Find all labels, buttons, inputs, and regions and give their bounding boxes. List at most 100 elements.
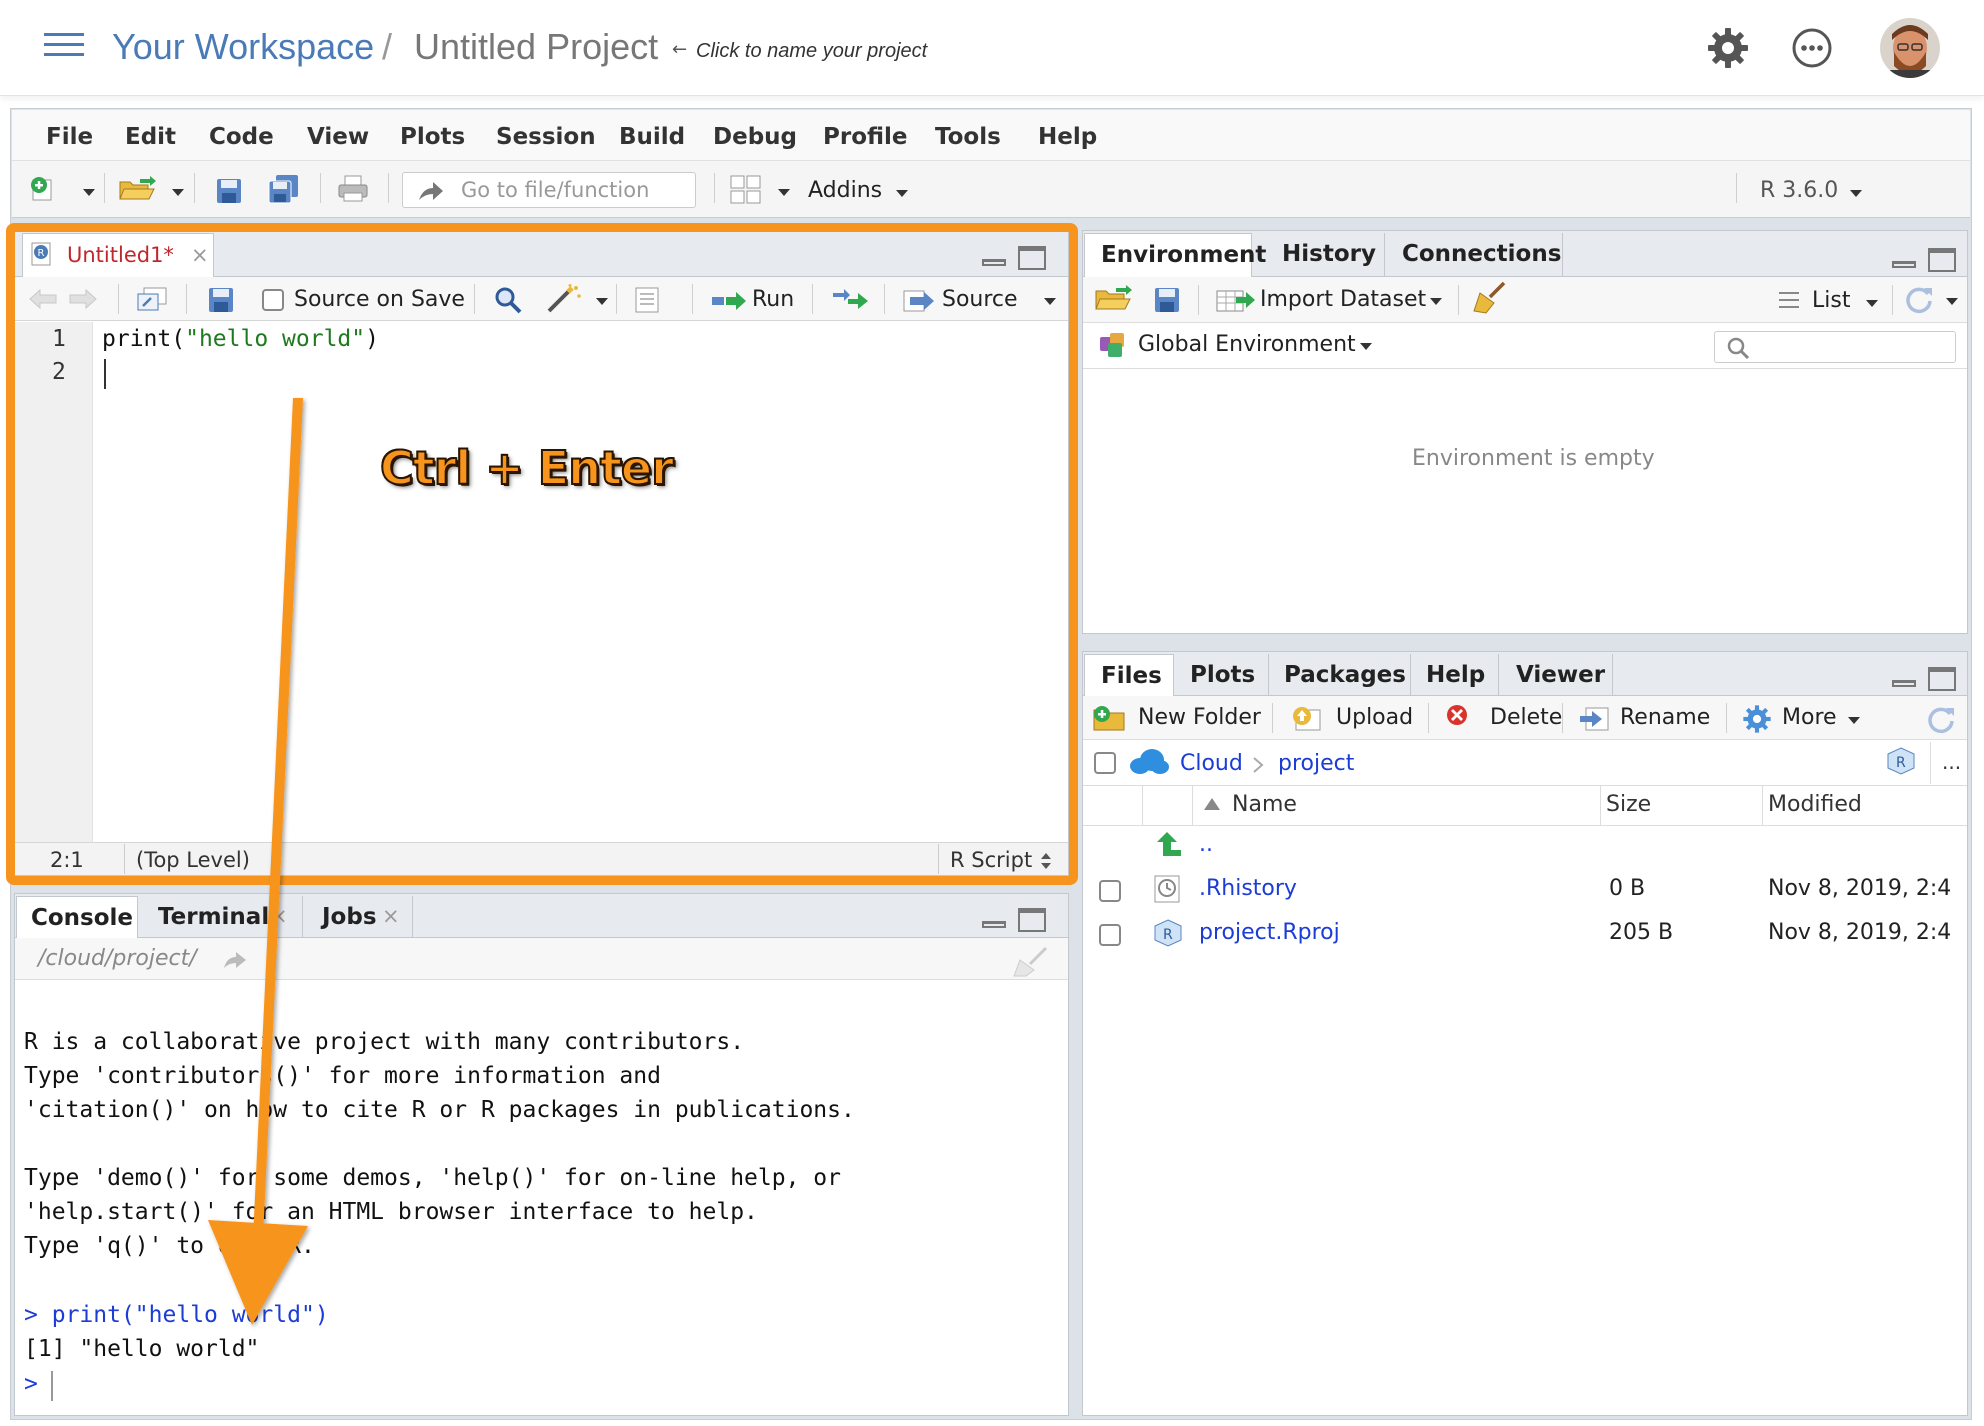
list-view-dropdown-icon[interactable] xyxy=(1866,300,1878,307)
menu-debug[interactable]: Debug xyxy=(713,124,797,150)
plots-tab[interactable]: Plots xyxy=(1190,662,1255,688)
global-environment-selector[interactable]: Global Environment xyxy=(1138,332,1356,357)
project-cube-icon[interactable]: R xyxy=(1886,746,1916,776)
r-version-selector[interactable]: R 3.6.0 xyxy=(1760,178,1838,203)
breadcrumb-divider xyxy=(1930,742,1931,784)
refresh-dropdown-icon[interactable] xyxy=(1946,298,1958,305)
save-icon[interactable] xyxy=(216,178,242,204)
menu-code[interactable]: Code xyxy=(209,124,274,150)
menu-help[interactable]: Help xyxy=(1038,124,1097,150)
settings-gear-icon[interactable] xyxy=(1706,26,1750,70)
hamburger-menu-icon[interactable] xyxy=(44,33,84,57)
toolbar-separator xyxy=(1272,703,1273,733)
file-checkbox[interactable] xyxy=(1099,924,1121,946)
console-prompt: > xyxy=(24,1302,38,1328)
rproj-file-icon: R xyxy=(1154,919,1182,947)
load-workspace-icon[interactable] xyxy=(1094,285,1134,313)
help-tab[interactable]: Help xyxy=(1426,662,1485,688)
column-size[interactable]: Size xyxy=(1606,792,1651,817)
column-name[interactable]: Name xyxy=(1232,792,1297,817)
menu-plots[interactable]: Plots xyxy=(400,124,465,150)
rename-label: Rename xyxy=(1620,705,1711,730)
environment-search-input[interactable] xyxy=(1714,331,1956,363)
go-to-file-input[interactable]: Go to file/function xyxy=(402,172,696,208)
menu-file[interactable]: File xyxy=(46,124,93,150)
go-to-arrow-icon xyxy=(419,182,443,200)
delete-button[interactable]: Delete xyxy=(1444,702,1562,734)
import-dataset-dropdown-icon[interactable] xyxy=(1430,298,1442,305)
new-file-icon[interactable] xyxy=(30,176,56,202)
upload-button[interactable]: Upload xyxy=(1290,702,1420,734)
console-input-line[interactable]: > xyxy=(24,1371,38,1397)
tab-divider xyxy=(412,896,413,938)
sort-ascending-icon xyxy=(1204,798,1220,810)
save-workspace-icon[interactable] xyxy=(1154,287,1180,313)
maximize-console-icon[interactable] xyxy=(1018,908,1046,932)
pane-layout-dropdown-icon[interactable] xyxy=(778,189,790,196)
packages-tab[interactable]: Packages xyxy=(1284,662,1406,688)
pane-layout-icon[interactable] xyxy=(730,175,762,205)
minimize-environment-icon[interactable] xyxy=(1892,261,1916,268)
list-view-selector[interactable]: List xyxy=(1812,288,1850,313)
menu-edit[interactable]: Edit xyxy=(125,124,176,150)
parent-folder-arrow-icon xyxy=(1157,832,1181,856)
close-jobs-icon[interactable]: × xyxy=(382,904,400,928)
menu-view[interactable]: View xyxy=(307,124,369,150)
menu-profile[interactable]: Profile xyxy=(823,124,908,150)
toolbar-separator xyxy=(1562,703,1563,733)
console-tab[interactable]: Console xyxy=(16,896,138,938)
menu-session[interactable]: Session xyxy=(496,124,596,150)
file-row[interactable]: .Rhistory 0 B Nov 8, 2019, 2:4 xyxy=(1083,870,1967,914)
open-folder-icon[interactable] xyxy=(118,176,158,202)
open-file-dropdown-icon[interactable] xyxy=(172,189,184,196)
breadcrumb-project[interactable]: project xyxy=(1278,751,1354,776)
column-modified[interactable]: Modified xyxy=(1768,792,1862,817)
history-tab[interactable]: History xyxy=(1282,241,1376,267)
new-folder-label: New Folder xyxy=(1138,705,1261,730)
svg-text:R: R xyxy=(1896,755,1906,771)
more-button[interactable]: More xyxy=(1742,702,1862,734)
file-name: project.Rproj xyxy=(1199,920,1340,945)
refresh-files-icon[interactable] xyxy=(1926,704,1956,734)
refresh-environment-icon[interactable] xyxy=(1904,284,1934,314)
parent-dir-row[interactable]: .. xyxy=(1083,826,1967,870)
files-tab[interactable]: Files xyxy=(1084,654,1174,696)
user-avatar[interactable] xyxy=(1880,18,1940,78)
project-name[interactable]: Untitled Project xyxy=(414,26,658,68)
clear-console-broom-icon[interactable] xyxy=(1010,946,1050,978)
main-toolbar xyxy=(12,160,1970,218)
files-more-options[interactable]: ... xyxy=(1942,750,1961,774)
console-output-line: 'help.start()' for an HTML browser inter… xyxy=(24,1199,758,1225)
workspace-link[interactable]: Your Workspace xyxy=(112,26,374,68)
addins-menu[interactable]: Addins xyxy=(808,178,882,203)
more-options-icon[interactable] xyxy=(1792,28,1832,68)
history-file-icon xyxy=(1154,875,1180,903)
file-checkbox[interactable] xyxy=(1099,880,1121,902)
menu-build[interactable]: Build xyxy=(619,124,685,150)
print-icon[interactable] xyxy=(337,174,369,204)
environment-tab[interactable]: Environment xyxy=(1084,233,1266,277)
new-folder-button[interactable]: New Folder xyxy=(1092,702,1264,734)
more-dropdown-icon[interactable] xyxy=(1848,717,1860,724)
new-file-dropdown-icon[interactable] xyxy=(83,189,95,196)
file-row[interactable]: R project.Rproj 205 B Nov 8, 2019, 2:4 xyxy=(1083,914,1967,958)
maximize-environment-icon[interactable] xyxy=(1928,248,1956,272)
maximize-files-icon[interactable] xyxy=(1928,667,1956,691)
import-dataset-button[interactable]: Import Dataset xyxy=(1216,285,1446,317)
minimize-files-icon[interactable] xyxy=(1892,680,1916,687)
minimize-console-icon[interactable] xyxy=(982,921,1006,928)
more-label: More xyxy=(1782,705,1837,730)
connections-tab[interactable]: Connections xyxy=(1402,241,1561,267)
tab-divider xyxy=(1562,233,1563,277)
menu-tools[interactable]: Tools xyxy=(935,124,1001,150)
global-env-dropdown-icon[interactable] xyxy=(1360,343,1372,350)
rename-button[interactable]: Rename xyxy=(1578,702,1714,734)
addins-dropdown-icon[interactable] xyxy=(896,190,908,197)
import-dataset-label: Import Dataset xyxy=(1260,287,1427,312)
clear-workspace-broom-icon[interactable] xyxy=(1472,281,1506,315)
save-all-icon[interactable] xyxy=(268,174,300,204)
viewer-tab[interactable]: Viewer xyxy=(1516,662,1605,688)
breadcrumb-cloud[interactable]: Cloud xyxy=(1180,751,1243,776)
r-version-dropdown-icon[interactable] xyxy=(1850,190,1862,197)
select-all-checkbox[interactable] xyxy=(1094,752,1116,774)
